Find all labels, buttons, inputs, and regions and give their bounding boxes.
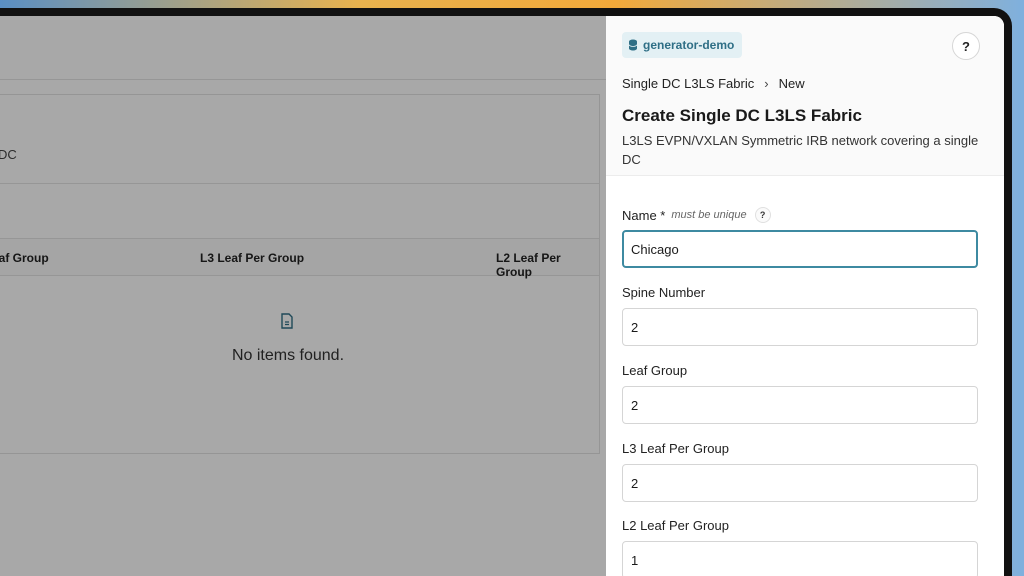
l3-leaf-per-group-label: L3 Leaf Per Group	[622, 441, 729, 456]
drawer-title: Create Single DC L3LS Fabric	[622, 106, 862, 125]
name-help-icon[interactable]: ?	[754, 207, 771, 223]
name-field-label: Name * must be unique ?	[622, 207, 771, 223]
spine-number-label: Spine Number	[622, 285, 706, 300]
project-badge-label: generator-demo	[643, 38, 735, 52]
create-fabric-drawer: generator-demo ? Single DC L3LS Fabric ›…	[606, 16, 1004, 576]
spine-number-input[interactable]	[622, 308, 978, 346]
database-icon	[628, 39, 638, 51]
app-window: DC eaf Group L3 Leaf Per Group L2 Leaf P…	[0, 16, 1004, 576]
chevron-right-icon: ›	[764, 76, 769, 91]
help-button[interactable]: ?	[952, 32, 980, 60]
l2-leaf-per-group-label: L2 Leaf Per Group	[622, 518, 729, 533]
project-badge[interactable]: generator-demo	[622, 32, 743, 58]
l3-leaf-per-group-input[interactable]	[622, 464, 978, 502]
unique-hint: must be unique	[671, 209, 747, 221]
drawer-header: generator-demo ? Single DC L3LS Fabric ›…	[606, 16, 1004, 176]
leaf-group-input[interactable]	[622, 386, 978, 424]
window-frame: DC eaf Group L3 Leaf Per Group L2 Leaf P…	[0, 8, 1012, 576]
name-label-text: Name *	[622, 207, 666, 223]
name-input[interactable]	[622, 230, 978, 268]
breadcrumb-parent[interactable]: Single DC L3LS Fabric	[622, 76, 754, 91]
breadcrumb: Single DC L3LS Fabric › New	[622, 76, 805, 91]
modal-overlay[interactable]	[0, 16, 614, 576]
breadcrumb-current: New	[778, 76, 805, 91]
l2-leaf-per-group-input[interactable]	[622, 541, 978, 576]
leaf-group-label: Leaf Group	[622, 363, 688, 378]
drawer-subtitle: L3LS EVPN/VXLAN Symmetric IRB network co…	[622, 133, 979, 167]
